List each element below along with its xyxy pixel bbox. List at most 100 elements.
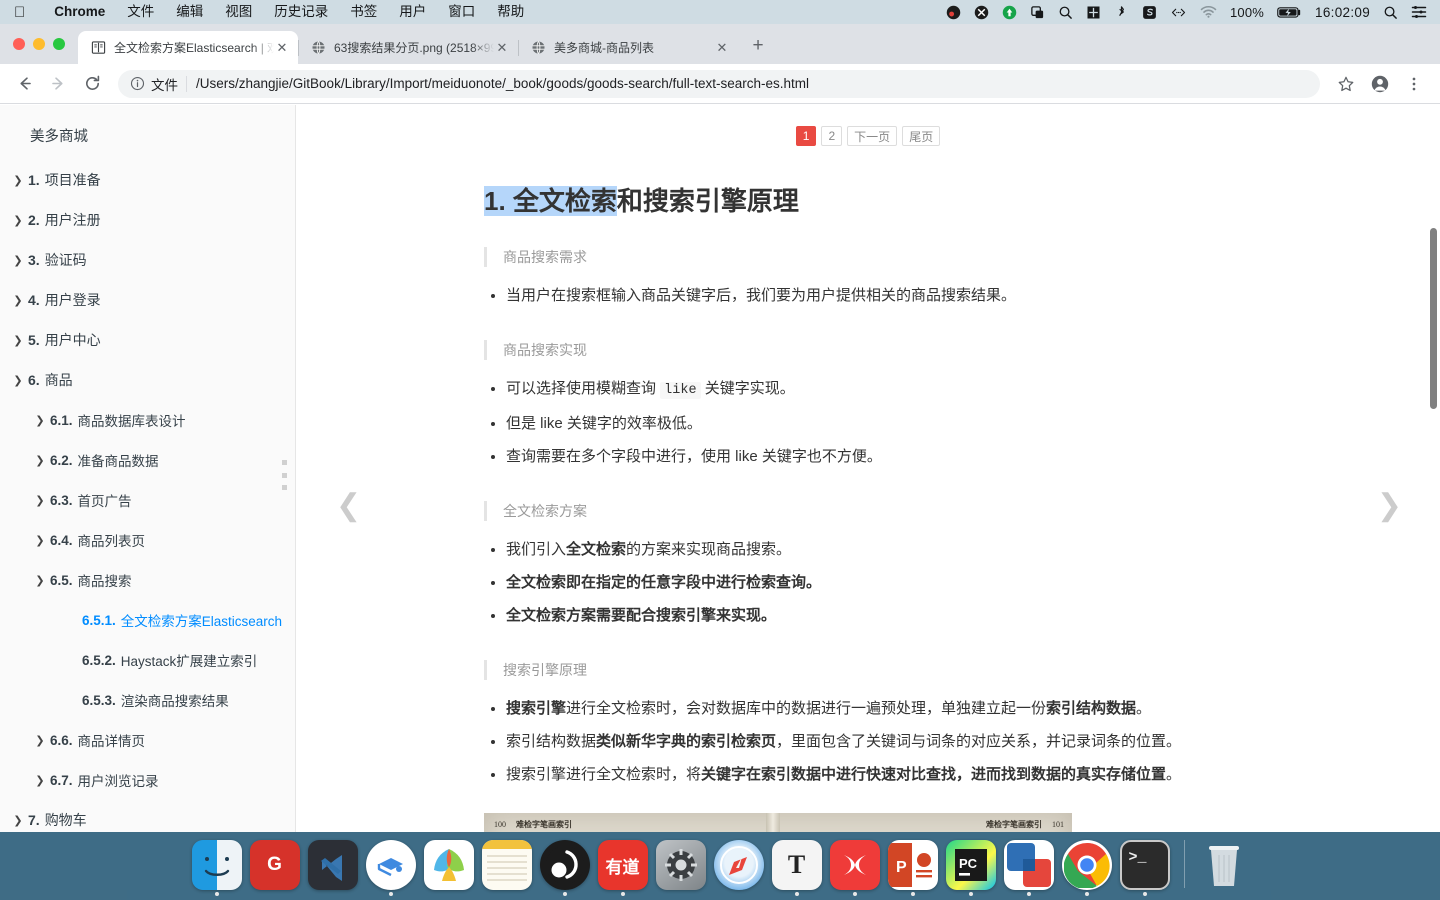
sogou-icon[interactable] [1142,5,1157,20]
screenshot-icon[interactable] [1030,5,1045,20]
dock-item-shimo[interactable] [423,832,475,898]
chevron-right-icon[interactable]: ❯ [30,734,50,747]
chevron-down-icon[interactable]: ❯ [8,374,28,387]
dock-item-obs[interactable] [539,832,591,898]
dock-item-safari[interactable] [713,832,765,898]
new-tab-button[interactable]: + [744,32,772,60]
vertical-scrollbar[interactable] [1430,228,1437,409]
browser-tab-1[interactable]: 全文检索方案Elasticsearch | 欢 ✕ [78,31,298,64]
chevron-right-icon[interactable]: ❯ [30,494,50,507]
dock-item-gitbook[interactable] [365,832,417,898]
dock-item-finder[interactable] [191,832,243,898]
chevron-right-icon[interactable]: ❯ [8,214,28,227]
sidebar-item-user-center[interactable]: ❯ 5. 用户中心 [0,320,295,360]
dock-item-xmind[interactable] [829,832,881,898]
reload-icon[interactable] [76,68,108,100]
star-icon[interactable] [1330,68,1362,100]
sidebar-item-goods[interactable]: ❯ 6. 商品 [0,360,295,400]
sidebar-item-cart[interactable]: ❯ 7. 购物车 [0,800,295,832]
sidebar-item-render-results[interactable]: ❯ 6.5.3. 渲染商品搜索结果 [0,680,295,720]
sidebar-brand-title[interactable]: 美多商城 [0,117,295,160]
pagination-last-button[interactable]: 尾页 [902,126,941,146]
close-window-button[interactable] [13,38,25,50]
chevron-right-icon[interactable]: ❯ [8,174,28,187]
dock-item-vscode[interactable] [307,832,359,898]
sidebar-item-goods-list-page[interactable]: ❯ 6.4. 商品列表页 [0,520,295,560]
chevron-right-icon[interactable]: ❯ [8,814,28,827]
obs-icon[interactable] [946,5,961,20]
sidebar-item-user-login[interactable]: ❯ 4. 用户登录 [0,280,295,320]
sidebar-resize-handle[interactable] [282,460,287,490]
minimize-window-button[interactable] [33,38,45,50]
dock-item-typora[interactable]: T [771,832,823,898]
menu-bookmarks[interactable]: 书签 [339,0,388,24]
close-icon[interactable]: ✕ [274,40,290,56]
pagination-page-2[interactable]: 2 [821,126,843,146]
maximize-window-button[interactable] [53,38,65,50]
wifi-icon[interactable] [1200,5,1217,19]
close-icon[interactable]: ✕ [714,40,730,56]
back-arrow-icon[interactable] [8,68,40,100]
sidebar-item-goods-detail-page[interactable]: ❯ 6.6. 商品详情页 [0,720,295,760]
sidebar-item-project-prep[interactable]: ❯ 1. 项目准备 [0,160,295,200]
dock-item-notes[interactable] [481,832,533,898]
sidebar-item-browse-history[interactable]: ❯ 6.7. 用户浏览记录 [0,760,295,800]
chevron-right-icon[interactable]: ❯ [30,774,50,787]
dock-item-youdao[interactable]: 有道 [597,832,649,898]
dock-item-system-preferences[interactable] [655,832,707,898]
search-magnifier-icon[interactable] [1058,5,1073,20]
sidebar-item-elasticsearch[interactable]: ❯ 6.5.1. 全文检索方案Elasticsearch [0,600,295,640]
spotlight-icon[interactable] [1383,5,1398,20]
info-circle-icon[interactable] [130,76,145,91]
menu-file[interactable]: 文件 [116,0,165,24]
xmind-icon[interactable] [974,5,989,20]
chevron-right-icon[interactable]: ❯ [8,254,28,267]
clock-label[interactable]: 16:02:09 [1315,5,1370,20]
forward-arrow-icon[interactable] [42,68,74,100]
sidebar-item-user-register[interactable]: ❯ 2. 用户注册 [0,200,295,240]
menu-history[interactable]: 历史记录 [263,0,339,24]
sidebar-item-home-ads[interactable]: ❯ 6.3. 首页广告 [0,480,295,520]
menu-help[interactable]: 帮助 [486,0,535,24]
menu-window[interactable]: 窗口 [437,0,486,24]
chevron-right-icon[interactable]: ❯ [30,414,50,427]
menu-chrome[interactable]: Chrome [43,0,116,24]
chevron-right-icon[interactable]: ❯ [30,534,50,547]
dock-item-parallels[interactable] [1003,832,1055,898]
sidebar-item-prepare-goods-data[interactable]: ❯ 6.2. 准备商品数据 [0,440,295,480]
pagination-page-1[interactable]: 1 [795,126,817,146]
menu-profiles[interactable]: 用户 [388,0,437,24]
chevron-right-icon[interactable]: ❯ [30,454,50,467]
three-dot-menu-icon[interactable] [1398,68,1430,100]
chevron-down-icon[interactable]: ❯ [30,574,50,587]
bluetooth-icon[interactable] [1114,5,1129,20]
sidebar-item-haystack[interactable]: ❯ 6.5.2. Haystack扩展建立索引 [0,640,295,680]
sidebar-item-goods-db-design[interactable]: ❯ 6.1. 商品数据库表设计 [0,400,295,440]
browser-tab-2[interactable]: 63搜索结果分页.png (2518×99 ✕ [298,31,518,64]
chevron-right-icon[interactable]: ❯ [1377,488,1402,523]
close-icon[interactable]: ✕ [494,40,510,56]
pagination-next-button[interactable]: 下一页 [847,126,898,146]
sidebar-item-goods-search[interactable]: ❯ 6.5. 商品搜索 [0,560,295,600]
menu-edit[interactable]: 编辑 [165,0,214,24]
chevron-left-icon[interactable]: ❮ [336,488,361,523]
browser-tab-3[interactable]: 美多商城-商品列表 ✕ [518,31,738,64]
dock-item-gitee[interactable]: G [249,832,301,898]
menu-view[interactable]: 视图 [214,0,263,24]
dock-item-terminal[interactable]: >_ [1119,832,1171,898]
battery-charging-icon[interactable] [1277,6,1302,19]
dock-item-powerpoint[interactable]: P [887,832,939,898]
control-center-icon[interactable] [1411,5,1427,19]
chevron-right-icon[interactable]: ❯ [8,334,28,347]
account-avatar-icon[interactable] [1364,68,1396,100]
input-method-icon[interactable] [1086,5,1101,20]
dock-item-trash[interactable] [1198,832,1250,898]
updater-icon[interactable] [1002,5,1017,20]
apple-logo-icon[interactable]:  [14,5,25,20]
dock-item-chrome[interactable] [1061,832,1113,898]
address-bar[interactable]: 文件 /Users/zhangjie/GitBook/Library/Impor… [118,69,1320,98]
chevron-right-icon[interactable]: ❯ [8,294,28,307]
sidebar-item-captcha[interactable]: ❯ 3. 验证码 [0,240,295,280]
code-brackets-icon[interactable] [1170,5,1187,20]
dock-item-pycharm[interactable]: PC [945,832,997,898]
